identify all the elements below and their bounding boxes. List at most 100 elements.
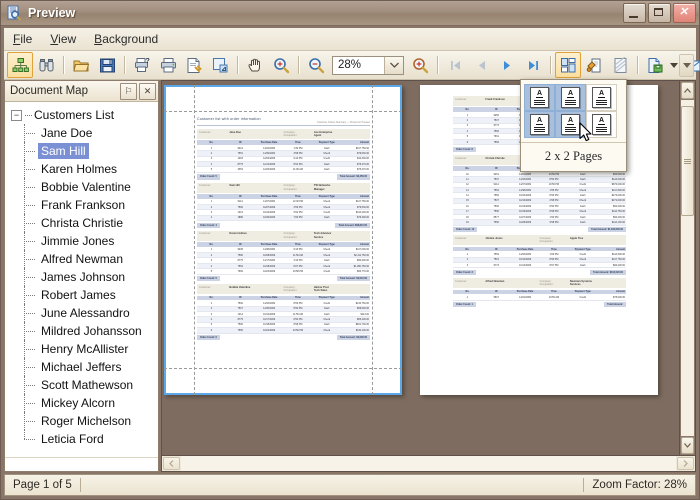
orders-row: 3977310/13/20098:57 PMCash$60,200.00: [453, 263, 626, 268]
last-page-icon[interactable]: [520, 52, 546, 78]
orders-cell: 7550: [226, 328, 255, 333]
sidebar-item-mickey-alcorn[interactable]: Mickey Alcorn: [5, 394, 158, 412]
page-layout-cell-6[interactable]: A: [586, 111, 617, 138]
scroll-down-arrow-icon[interactable]: [681, 437, 694, 454]
orders-table: No.IDPurchase DateTimePayment TypeAmount…: [453, 290, 626, 301]
customer-block: Customer:Alfred NewmanCompany:Newman Sys…: [453, 278, 626, 307]
sidebar-item-roger-michelson[interactable]: Roger Michelson: [5, 412, 158, 430]
zoom-in-icon[interactable]: [407, 52, 433, 78]
occupation-label: Occupation:: [284, 188, 314, 191]
page-glyph-letter: A: [536, 118, 543, 125]
sidebar-item-jimmie-jones[interactable]: Jimmie Jones: [5, 232, 158, 250]
scroll-left-arrow-icon[interactable]: [163, 457, 180, 470]
close-icon: ✕: [678, 7, 689, 18]
page-layout-cell-5[interactable]: A: [555, 111, 586, 138]
sidebar-item-mildred-johansson[interactable]: Mildred Johansson: [5, 322, 158, 340]
scroll-right-arrow-icon[interactable]: [677, 457, 694, 470]
sidebar-item-james-johnson[interactable]: James Johnson: [5, 268, 158, 286]
preview-page-1[interactable]: Customer list with order informationCust…: [164, 85, 402, 395]
scroll-up-arrow-icon[interactable]: [681, 82, 694, 99]
tree-root-label: Customers List: [34, 108, 114, 122]
next-page-icon[interactable]: [494, 52, 520, 78]
export-dropdown-arrow-icon[interactable]: [668, 53, 679, 77]
hand-tool-icon[interactable]: [242, 52, 268, 78]
page-color-icon[interactable]: [581, 52, 607, 78]
occupation-value: Manager: [314, 188, 368, 191]
orders-cell: 9773: [482, 263, 511, 268]
open-folder-icon[interactable]: [68, 52, 94, 78]
zoom-combobox[interactable]: 28%: [332, 56, 404, 75]
sidebar-item-scott-mathewson[interactable]: Scott Mathewson: [5, 376, 158, 394]
chevron-down-icon[interactable]: [384, 57, 403, 74]
previous-page-icon[interactable]: [468, 52, 494, 78]
page-layout-cell-3[interactable]: A: [586, 84, 617, 111]
orders-cell: 5: [197, 167, 226, 172]
customer-company-col: Company:Apple TreeOccupation:: [540, 237, 625, 244]
minimize-button[interactable]: [623, 3, 646, 23]
document-map-icon[interactable]: [7, 52, 33, 78]
maximize-button[interactable]: [648, 3, 671, 23]
page-layout-cell-1[interactable]: A: [524, 84, 555, 111]
sidebar-item-leticia-ford[interactable]: Leticia Ford: [5, 430, 158, 448]
preview-app-icon: [6, 5, 22, 21]
sidebar-item-jane-doe[interactable]: Jane Doe: [5, 124, 158, 142]
scale-icon[interactable]: [207, 52, 233, 78]
customer-header: Customer:Jane DoeCompany:Ace EnterpriseO…: [197, 129, 370, 139]
sidebar-item-michael-jeffers[interactable]: Michael Jeffers: [5, 358, 158, 376]
sidebar-item-karen-holmes[interactable]: Karen Holmes: [5, 160, 158, 178]
multiple-pages-icon[interactable]: [555, 52, 581, 78]
export-icon[interactable]: [642, 52, 668, 78]
sidebar-item-frank-frankson[interactable]: Frank Frankson: [5, 196, 158, 214]
watermark-icon[interactable]: [607, 52, 633, 78]
menu-background-label-rest: ackground: [102, 32, 158, 46]
menu-view[interactable]: View: [41, 30, 85, 48]
sidebar-item-sam-hill[interactable]: Sam Hill: [5, 142, 158, 160]
sidebar-item-alfred-newman[interactable]: Alfred Newman: [5, 250, 158, 268]
tree-vline: [24, 412, 26, 430]
orders-row: 6755010/24/200910:50 PMCheck$119,100.00: [197, 328, 370, 333]
horizontal-scroll-track[interactable]: [181, 456, 676, 471]
sidebar-item-label: Sam Hill: [38, 143, 89, 159]
panel-close-icon[interactable]: ✕: [139, 83, 156, 100]
sidebar-item-henry-mcallister[interactable]: Henry McAllister: [5, 340, 158, 358]
vertical-scroll-track[interactable]: [681, 100, 694, 436]
total-amount-box: Total Amount: $1,032,000.00: [588, 227, 626, 232]
sidebar-item-bobbie-valentine[interactable]: Bobbie Valentine: [5, 178, 158, 196]
sidebar-item-robert-james[interactable]: Robert James: [5, 286, 158, 304]
first-page-icon[interactable]: [442, 52, 468, 78]
customer-name: Jane Doe: [229, 131, 283, 134]
summary-row: Order Count: 5Total Amount: $2,010.00: [197, 276, 370, 281]
customer-block: Customer:Jane DoeCompany:Ace EnterpriseO…: [197, 129, 370, 180]
sidebar-item-christa-christie[interactable]: Christa Christie: [5, 214, 158, 232]
save-floppy-icon[interactable]: [94, 52, 120, 78]
customer-name-col: Customer:Karen Holmes: [199, 232, 284, 239]
print-setup-icon[interactable]: ?: [129, 52, 155, 78]
orders-cell: Cash: [568, 263, 597, 268]
menu-file[interactable]: File: [4, 30, 41, 48]
tree-root-node[interactable]: − Customers List: [5, 106, 158, 124]
title-rule: [197, 125, 370, 126]
close-button[interactable]: ✕: [673, 3, 696, 23]
orders-cell: $60,200.00: [597, 263, 626, 268]
page-setup-icon[interactable]: [181, 52, 207, 78]
print-icon[interactable]: [155, 52, 181, 78]
collapse-icon[interactable]: −: [11, 110, 22, 121]
vertical-scroll-thumb[interactable]: [681, 106, 694, 216]
page-glyph-icon: A: [561, 114, 580, 135]
magnifier-tool-icon[interactable]: [268, 52, 294, 78]
search-binoculars-icon[interactable]: [33, 52, 59, 78]
title-bar: Preview ✕: [1, 1, 699, 26]
pin-icon[interactable]: ⚐: [120, 83, 137, 100]
orders-cell: $119,100.00: [341, 328, 370, 333]
page-glyph-lines: [596, 100, 607, 105]
page-layout-cell-4[interactable]: A: [524, 111, 555, 138]
toolbar-overflow-button[interactable]: [679, 54, 694, 77]
tree-vline: [24, 430, 26, 439]
zoom-out-icon[interactable]: [303, 52, 329, 78]
menu-background[interactable]: Background: [85, 30, 167, 48]
sidebar-item-june-alessandro[interactable]: June Alessandro: [5, 304, 158, 322]
customer-header: Customer:Sam HillCompany:TSI NetworksOcc…: [197, 183, 370, 193]
vertical-scrollbar[interactable]: [680, 80, 696, 456]
horizontal-scrollbar[interactable]: [161, 456, 696, 472]
page-layout-cell-2[interactable]: A: [555, 84, 586, 111]
